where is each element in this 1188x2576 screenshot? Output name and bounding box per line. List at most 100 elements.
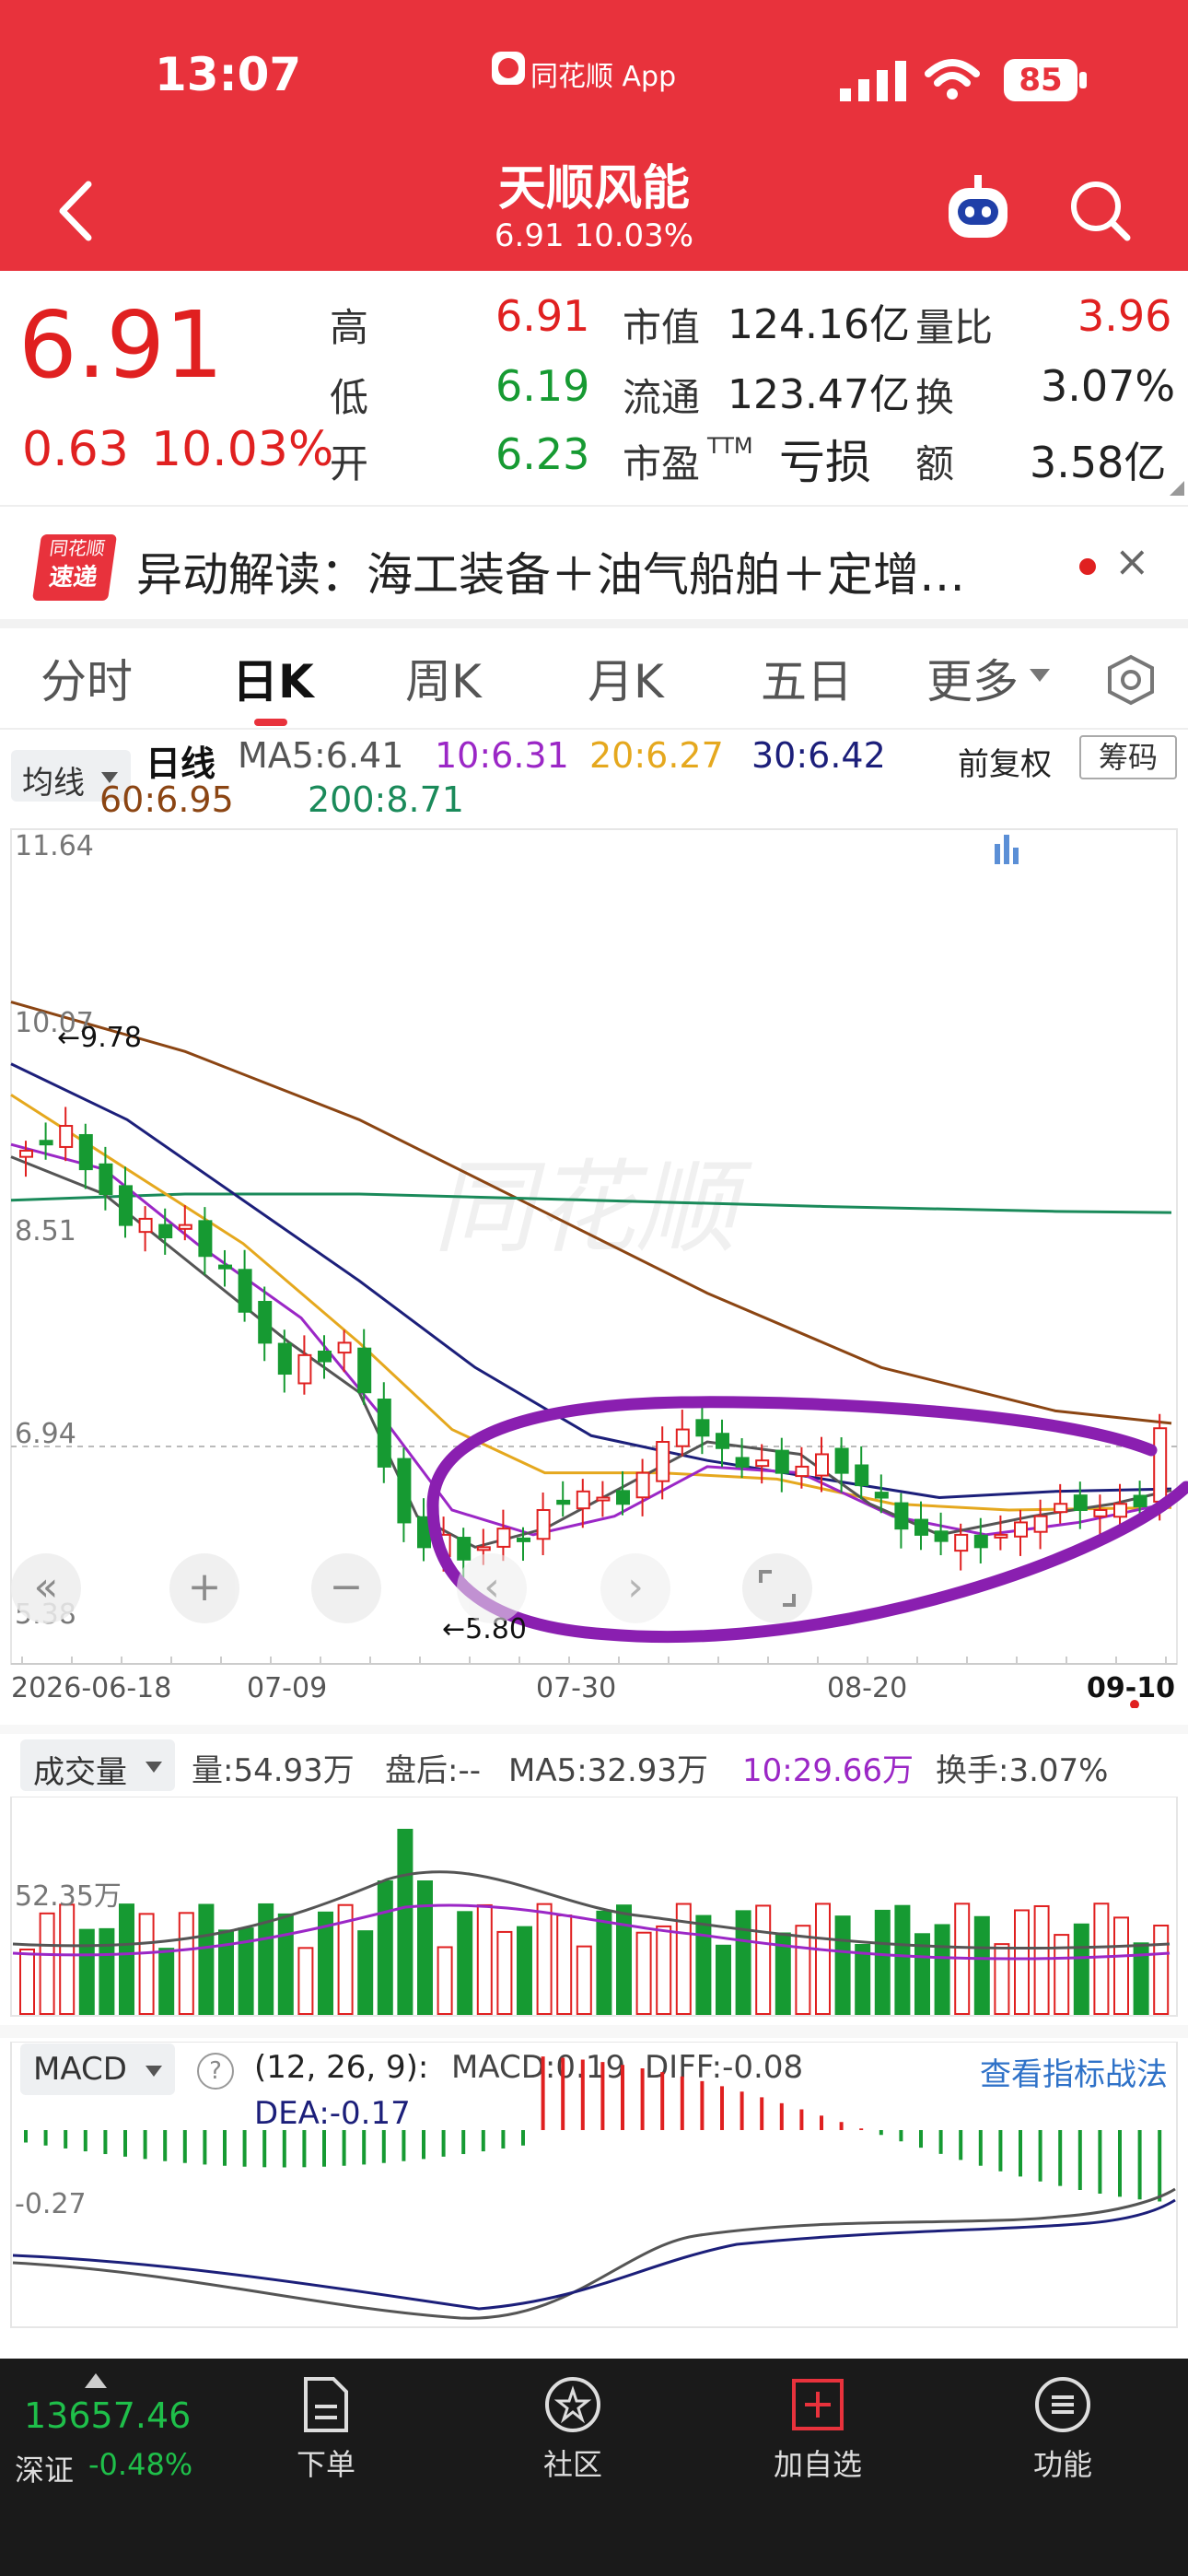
macd-y-label: -0.27 [15,2188,87,2220]
low-value: 6.19 [495,361,590,411]
volume-bar [457,1911,473,2015]
expand-corner-icon[interactable] [1170,481,1184,496]
functions-button[interactable]: 功能 [980,2368,1146,2484]
tab-five-day[interactable]: 五日 [761,645,853,711]
candle-body [973,1534,988,1549]
candle-body [795,1465,809,1478]
candle-body [78,1133,93,1171]
zoom-out-button[interactable]: − [311,1553,381,1623]
zoom-in-button[interactable]: + [169,1553,239,1623]
candle-body [1093,1508,1108,1517]
pe-value: 亏损 [779,436,871,489]
candle-body [1153,1427,1168,1503]
volume-select-dropdown[interactable]: 成交量 [20,1739,175,1791]
price-change-pct: 10.03% [151,422,334,477]
volume-bar [476,1903,493,2015]
volume-bar [894,1904,911,2015]
candle-body [1113,1503,1127,1518]
candle-body [576,1490,590,1510]
x-label-2: 07-09 [247,1672,327,1704]
candle-body [1033,1515,1048,1533]
high-value: 6.91 [495,291,590,341]
candle-body [119,1185,133,1226]
candle-body [894,1502,909,1530]
status-app-name: 同花顺 App [530,61,677,93]
volume-bar [795,1925,811,2015]
candle-body [517,1537,530,1542]
chevron-down-icon [146,1762,162,1773]
tab-daily-k[interactable]: 日K [232,645,314,711]
battery-icon: 85 [1004,59,1077,101]
candle-body [855,1464,869,1487]
ma60-legend: 60:6.95 [99,779,234,820]
news-close-button[interactable]: × [1114,536,1150,586]
index-name: 深证 [15,2453,75,2488]
news-badge-top: 同花顺 [48,537,107,559]
candle-body [1073,1494,1088,1511]
volume-bar [417,1880,433,2015]
volume-bar [397,1829,413,2015]
chip-button[interactable]: 筹码 [1079,735,1177,779]
tab-weekly-k[interactable]: 周K [405,645,482,711]
tab-monthly-k[interactable]: 月K [588,645,664,711]
ma30-legend: 30:6.42 [751,735,886,776]
volume-bar [19,1949,35,2015]
candle-body [337,1341,352,1354]
adjust-mode[interactable]: 前复权 [958,739,1052,784]
macd-chart[interactable]: -0.27 [0,2042,1188,2329]
macd-lines [12,2187,1176,2320]
battery-level: 85 [1019,62,1063,99]
news-badge-bottom: 速递 [47,564,99,591]
low-label: 低 [330,375,369,420]
volume-bar [496,1930,513,2015]
search-icon[interactable] [1068,179,1133,243]
tab-intraday[interactable]: 分时 [41,645,133,711]
turnover-label: 换 [915,375,955,420]
order-button[interactable]: 下单 [243,2368,409,2484]
volume-bar [834,1915,851,2015]
candle-body [258,1301,273,1344]
unread-dot-icon [1079,558,1096,575]
open-label: 开 [330,441,369,486]
amount-label: 额 [915,441,955,486]
period-label: 日线 [146,744,216,784]
news-badge: 同花顺 速递 [31,534,118,601]
x-label-4: 08-20 [827,1672,907,1704]
y-label-top: 11.64 [15,830,94,862]
scroll-left-button[interactable]: « [11,1553,81,1623]
index-change: -0.48% [88,2447,193,2482]
add-watchlist-button[interactable]: 加自选 [735,2368,901,2484]
settings-hexagon-icon[interactable] [1105,654,1157,706]
high-label: 高 [330,305,369,350]
candle-body [277,1342,292,1376]
candle-body [178,1224,192,1230]
candle-body [357,1347,372,1394]
community-label: 社区 [542,2447,602,2482]
prev-button[interactable]: ‹ [457,1553,527,1623]
candle-body [158,1224,173,1239]
candle-body [476,1546,491,1551]
candle-body [635,1471,650,1499]
candle-body [1054,1503,1068,1514]
volume-bar [815,1903,831,2015]
tabs-divider [0,728,1188,730]
volume-select-label: 成交量 [33,1754,127,1791]
robot-assistant-icon[interactable] [943,175,1013,245]
volume-bar [556,1914,573,2016]
candle-body [596,1496,611,1502]
tab-more[interactable]: 更多 [926,645,1019,711]
volume-chart[interactable]: 52.35万 [0,1797,1188,2018]
x-label-3: 07-30 [536,1672,616,1704]
candle-body [954,1533,969,1552]
news-text[interactable]: 异动解读：海工装备＋油气船舶＋定增… [136,538,965,604]
index-value[interactable]: 13657.46 [24,2395,191,2436]
next-button[interactable]: › [600,1553,670,1623]
dea-line [12,2198,1176,2311]
tab-active-indicator [254,719,287,726]
volume-bar [78,1928,95,2016]
fullscreen-button[interactable] [742,1553,812,1623]
candle-body [397,1458,412,1524]
news-banner[interactable]: 同花顺 速递 异动解读：海工装备＋油气船舶＋定增… × [0,505,1188,623]
community-button[interactable]: 社区 [490,2368,656,2484]
volume-bar [695,1914,712,2015]
